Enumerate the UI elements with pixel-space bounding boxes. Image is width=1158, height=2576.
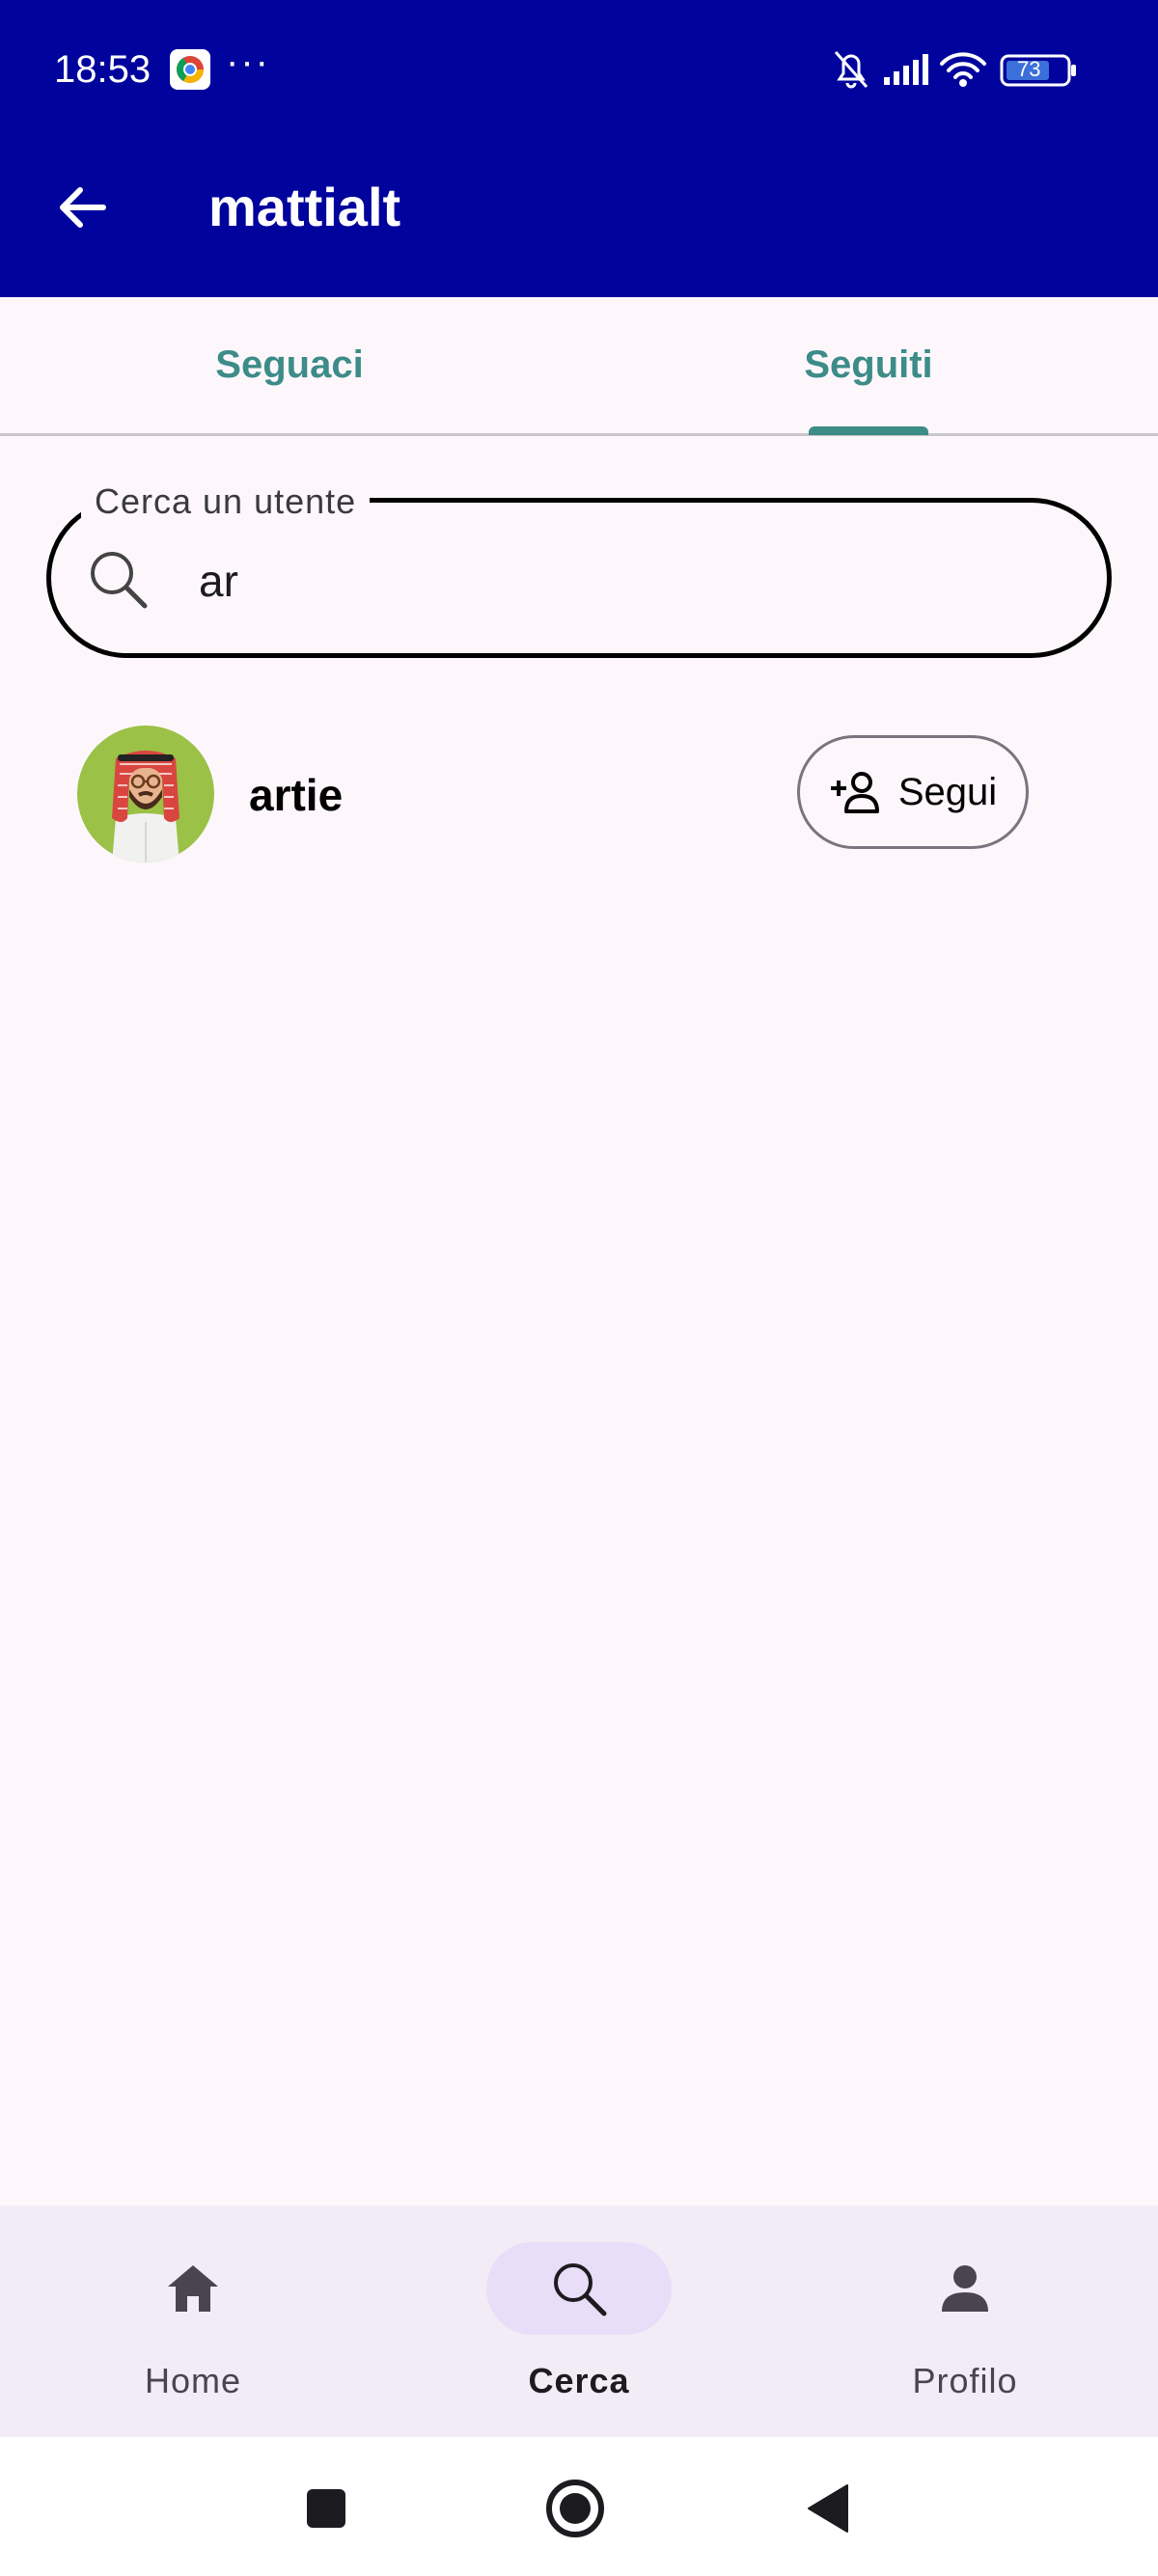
person-icon (942, 2265, 988, 2312)
nav-item-profile[interactable]: Profilo (772, 2206, 1158, 2437)
status-bar: 18:53 ··· 73 (0, 0, 1158, 135)
status-time: 18:53 (54, 48, 152, 91)
wifi-icon (940, 52, 986, 87)
nav-label-search: Cerca (528, 2361, 630, 2400)
page-title: mattialt (208, 177, 401, 237)
tab-seguaci[interactable]: Seguaci (0, 297, 579, 433)
person-add-icon (830, 772, 879, 813)
follow-button-label: Segui (897, 771, 998, 813)
nav-item-home[interactable]: Home (0, 2206, 386, 2437)
more-notifications-icon: ··· (226, 41, 270, 83)
nav-label-home: Home (144, 2361, 242, 2400)
home-system-button[interactable] (544, 2478, 606, 2539)
chrome-icon (170, 49, 210, 90)
circle-icon (546, 2480, 604, 2537)
triangle-back-icon (808, 2484, 848, 2533)
back-system-button[interactable] (797, 2478, 859, 2539)
search-label: Cerca un utente (81, 480, 371, 523)
nav-pill-search (486, 2242, 672, 2335)
list-item[interactable]: artie Segui (0, 714, 1158, 878)
tab-bar: Seguaci Seguiti (0, 297, 1158, 436)
username[interactable]: artie (249, 768, 343, 822)
app-bar: mattialt (0, 135, 1158, 297)
signal-icon (884, 54, 928, 85)
battery-level: 73 (1017, 57, 1041, 81)
search-value[interactable]: ar (199, 552, 238, 610)
avatar[interactable] (77, 726, 214, 863)
nav-pill-profile (872, 2242, 1058, 2335)
status-icons: 73 (830, 46, 1090, 93)
recents-button[interactable] (295, 2478, 357, 2539)
square-icon (307, 2489, 345, 2528)
search-icon (91, 552, 148, 609)
system-navigation-bar (0, 2437, 1158, 2576)
tab-indicator (809, 426, 928, 435)
nav-label-profile: Profilo (912, 2361, 1018, 2400)
home-icon (168, 2265, 218, 2312)
tab-seguiti[interactable]: Seguiti (579, 297, 1158, 433)
bell-off-icon (834, 51, 868, 89)
bottom-navigation: Home Cerca Profilo (0, 2206, 1158, 2437)
nav-pill-home (100, 2242, 286, 2335)
back-button[interactable] (39, 164, 125, 251)
follow-button[interactable]: Segui (797, 735, 1029, 849)
arrow-left-icon (60, 187, 106, 228)
nav-item-search[interactable]: Cerca (386, 2206, 772, 2437)
search-icon (554, 2263, 607, 2316)
